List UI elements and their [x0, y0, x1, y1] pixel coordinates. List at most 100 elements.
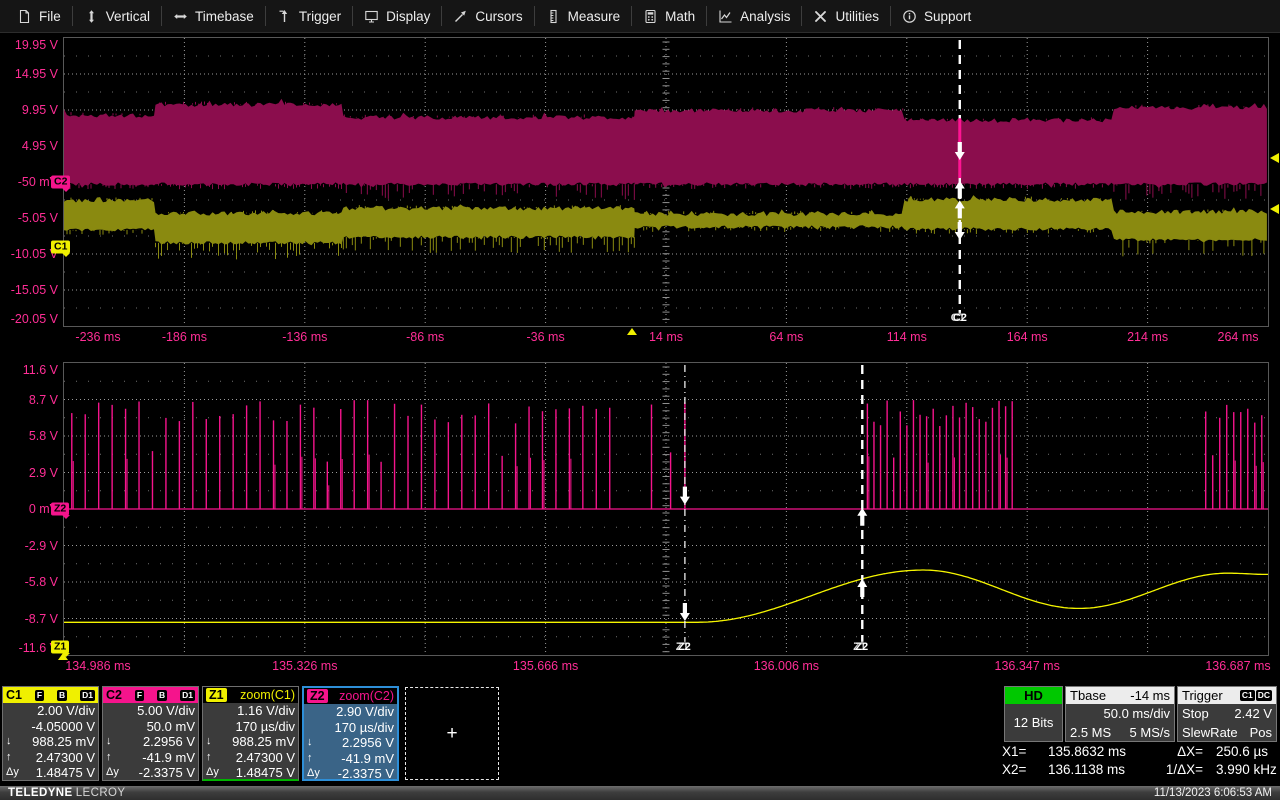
row-symbol	[106, 719, 123, 735]
row-symbol	[307, 704, 324, 720]
row-value: 2.47300 V	[235, 749, 295, 765]
support-icon	[902, 9, 917, 24]
trigger-level-marker[interactable]	[1270, 204, 1279, 214]
row-symbol: Δy	[307, 767, 320, 779]
channel-box-row: -4.05000 V	[3, 719, 98, 735]
menu-item-vertical[interactable]: Vertical	[73, 0, 161, 32]
channel-badges: F	[134, 689, 145, 701]
row-value: 170 µs/div	[235, 718, 295, 734]
menu-item-display[interactable]: Display	[353, 0, 441, 32]
row-value: 50.0 mV	[146, 718, 195, 734]
menu-item-file[interactable]: File	[6, 0, 72, 32]
channel-box-header: C1 F B D1	[3, 687, 98, 703]
x-axis-label: 264 ms	[1217, 330, 1259, 344]
channel-marker-z1[interactable]: Z1	[51, 640, 70, 654]
menu-item-trigger[interactable]: Trigger	[266, 0, 352, 32]
x-axis-label: -236 ms	[75, 330, 121, 344]
channel-box-row: ↑ 2.47300 V	[203, 750, 298, 766]
menu-item-cursors[interactable]: Cursors	[442, 0, 533, 32]
channel-marker-pointer	[62, 252, 70, 261]
menu-item-utilities[interactable]: Utilities	[802, 0, 890, 32]
display-icon	[364, 9, 379, 24]
x-axis-label: 64 ms	[769, 330, 804, 344]
add-trace-box[interactable]: +	[405, 687, 499, 780]
menu-bar: File Vertical Timebase Trigger Display Cursor…	[0, 0, 1280, 33]
channel-box-row: ↓ 988.25 mV	[203, 734, 298, 750]
menu-item-label: Analysis	[740, 8, 791, 24]
y-axis-label: 0 mV	[28, 502, 58, 516]
row-value: -41.9 mV	[341, 750, 394, 766]
channel-box-row: Δy -2.3375 V	[304, 766, 397, 782]
y-axis-label: 14.95 V	[14, 67, 58, 81]
math-icon	[643, 9, 658, 24]
channel-marker-c1[interactable]: C1	[51, 240, 71, 254]
y-axis-label: 2.9 V	[28, 465, 58, 480]
menu-item-label: Support	[923, 8, 972, 24]
channel-id: C1	[6, 688, 22, 702]
row-value: 2.2956 V	[341, 735, 394, 750]
channel-box-row: ↓ 2.2956 V	[103, 734, 198, 750]
menu-item-label: Trigger	[298, 8, 342, 24]
channel-source-label: zoom(C1)	[240, 688, 295, 702]
y-axis-label: -10.05 V	[10, 247, 58, 261]
badge-b: B	[157, 689, 168, 701]
trigger-icon	[277, 9, 292, 24]
menu-item-measure[interactable]: Measure	[535, 0, 632, 32]
channel-box-z2[interactable]: Z2 zoom(C2) 2.90 V/div 170 µs/div ↓ 2.2956 V ↑…	[302, 686, 399, 781]
row-symbol	[6, 703, 23, 719]
trigger-panel[interactable]: Trigger C1 DC Stop 2.42 V SlewRate Pos	[1177, 686, 1277, 742]
menu-item-math[interactable]: Math	[632, 0, 706, 32]
trigger-time-marker[interactable]	[627, 328, 638, 335]
row-value: 1.48475 V	[35, 765, 95, 780]
timebase-panel[interactable]: Tbase -14 ms 50.0 ms/div 2.5 MS 5 MS/s	[1065, 686, 1175, 742]
tbase-scale: 50.0 ms/div	[1103, 706, 1170, 721]
x-axis-label: -86 ms	[406, 330, 445, 344]
menu-item-timebase[interactable]: Timebase	[162, 0, 265, 32]
menu-item-support[interactable]: Support	[891, 0, 982, 32]
channel-marker-c2[interactable]: C2	[51, 175, 71, 189]
row-symbol: ↓	[6, 735, 12, 747]
row-value: 2.2956 V	[142, 734, 195, 749]
y-axis-label: -8.7 V	[24, 611, 58, 626]
trigger-level-marker[interactable]	[1270, 152, 1279, 163]
row-symbol	[106, 703, 123, 719]
x1-value: 135.8632 ms	[1048, 744, 1127, 759]
channel-badges: B	[56, 689, 68, 701]
menu-item-label: Measure	[567, 8, 621, 24]
menu-item-analysis[interactable]: Analysis	[707, 0, 801, 32]
cursors-icon	[453, 9, 468, 24]
menu-item-label: Timebase	[195, 8, 254, 24]
row-symbol: Δy	[106, 766, 119, 778]
x-axis-label: 136.006 ms	[753, 659, 820, 673]
channel-box-c2[interactable]: C2 F B D1 5.00 V/div 50.0 mV ↓ 2.2956 V ↑ -41.9 m…	[102, 686, 199, 781]
trigger-badge-c1: C1	[1239, 690, 1255, 701]
channel-box-row: 2.90 V/div	[304, 704, 397, 720]
cursor-readout: X1= 135.8632 ms ΔX= 250.6 µs X2= 136.113…	[1002, 743, 1280, 779]
y-axis-label: -2.9 V	[24, 538, 58, 553]
row-value: -4.05000 V	[31, 718, 95, 734]
y-axis-label: -20.05 V	[10, 312, 58, 326]
main-grid	[63, 37, 1269, 327]
brand-logo: TELEDYNE LECROY	[8, 787, 126, 799]
channel-box-header: Z1 zoom(C1)	[203, 687, 298, 703]
status-bar: TELEDYNE LECROY 11/13/2023 6:06:53 AM	[0, 786, 1280, 800]
trigger-source-badges: C1 DC	[1239, 690, 1272, 701]
x2-value: 136.1138 ms	[1048, 762, 1126, 777]
tbase-memory: 2.5 MS	[1070, 725, 1112, 740]
channel-marker-z2[interactable]: Z2	[51, 502, 70, 516]
file-icon	[17, 9, 32, 24]
channel-box-z1[interactable]: Z1 zoom(C1) 1.16 V/div 170 µs/div ↓ 988.25 mV…	[202, 686, 299, 781]
invdx-value: 3.990 kHz	[1216, 762, 1277, 777]
channel-box-row: ↑ 2.47300 V	[3, 750, 98, 766]
x-cursor-z1-z2[interactable]	[857, 365, 868, 643]
channel-marker-pointer	[62, 515, 70, 523]
trigger-slope: Pos	[1249, 725, 1272, 740]
hd-mode-panel[interactable]: HD 12 Bits	[1004, 686, 1063, 742]
row-symbol: ↑	[307, 751, 313, 764]
channel-box-c1[interactable]: C1 F B D1 2.00 V/div -4.05000 V ↓ 988.25 mV ↑ 2.4…	[2, 686, 99, 781]
y-axis-label: -5.05 V	[17, 211, 58, 225]
trigger-badge-dc: DC	[1255, 690, 1272, 701]
channel-box-row: 170 µs/div	[203, 719, 298, 735]
measure-icon	[546, 9, 561, 24]
trigger-level: 2.42 V	[1234, 706, 1272, 721]
